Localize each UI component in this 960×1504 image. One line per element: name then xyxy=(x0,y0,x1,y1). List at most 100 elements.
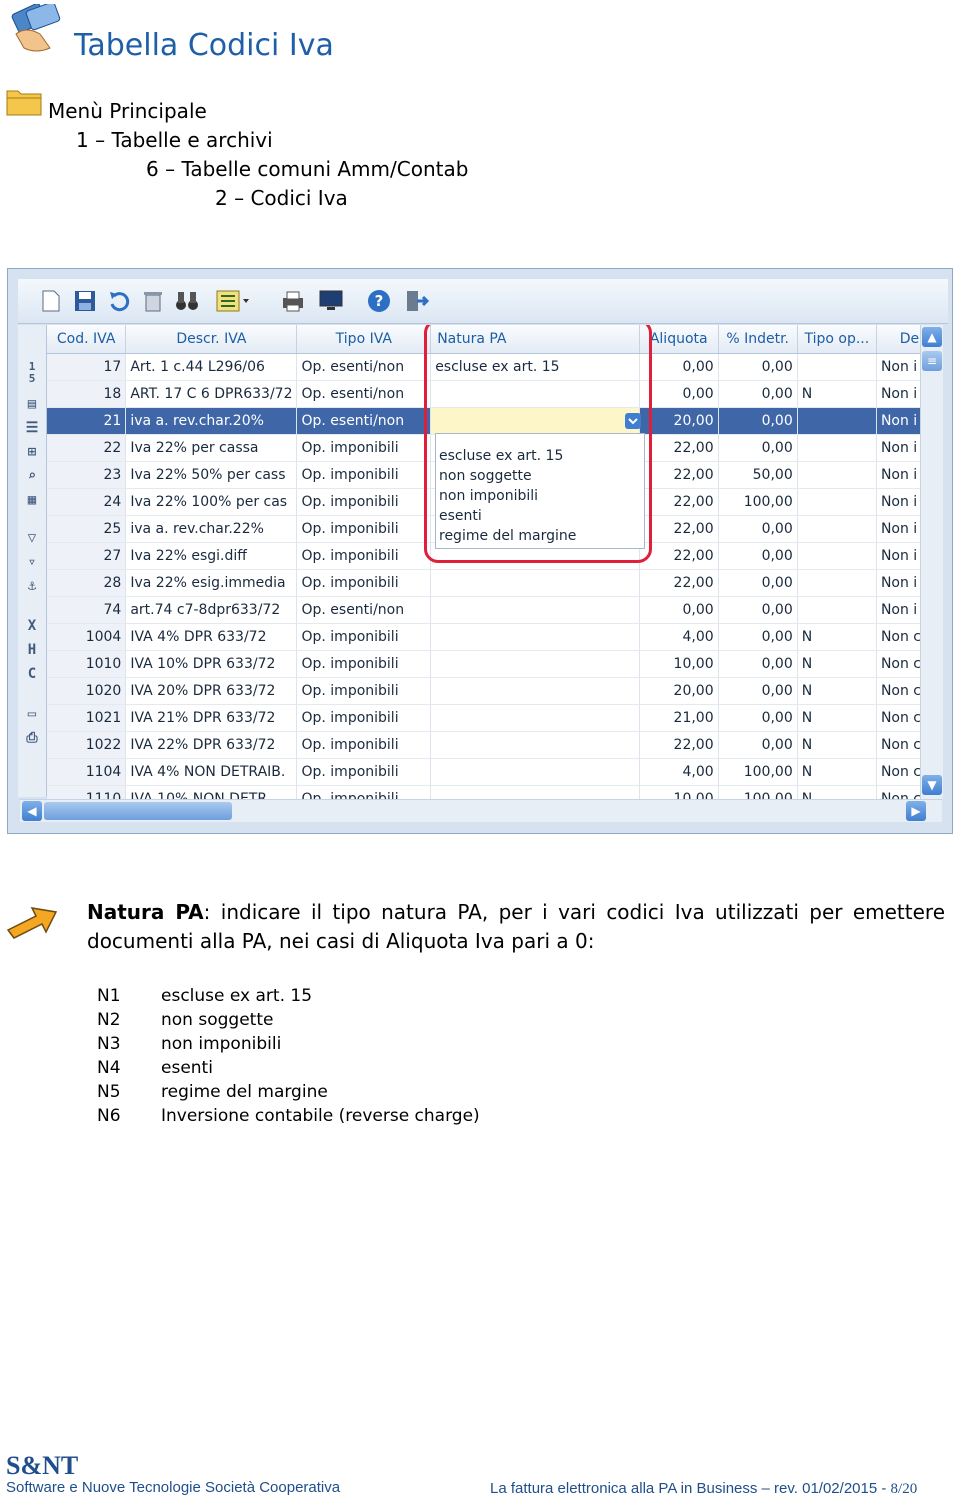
cell-descr[interactable]: art.74 c7-8dpr633/72 xyxy=(125,596,298,624)
table-row[interactable]: 74 art.74 c7-8dpr633/72 Op. esenti/non 0,00… xyxy=(47,596,943,624)
cell-cod[interactable]: 22 xyxy=(47,434,127,462)
cell-indetr[interactable]: 0,00 xyxy=(718,353,798,381)
cell-tipo-op[interactable]: N xyxy=(797,380,877,408)
chevron-down-icon[interactable] xyxy=(625,413,641,429)
scroll-up-icon[interactable]: ▲ xyxy=(922,327,942,347)
cell-aliquota[interactable]: 22,00 xyxy=(639,731,719,759)
cell-cod[interactable]: 1104 xyxy=(47,758,127,786)
cell-tipo-op[interactable] xyxy=(797,461,877,489)
copy-record-icon[interactable]: ▤ xyxy=(22,395,42,413)
cell-tipo-op[interactable]: N xyxy=(797,677,877,705)
cell-tipo[interactable]: Op. imponibili xyxy=(296,758,432,786)
export-h-icon[interactable]: H xyxy=(22,641,42,659)
cell-cod[interactable]: 1020 xyxy=(47,677,127,705)
cell-natura[interactable] xyxy=(430,758,640,786)
save-icon[interactable] xyxy=(72,288,98,314)
new-document-icon[interactable] xyxy=(38,288,64,314)
help-icon[interactable]: ? xyxy=(366,288,392,314)
cell-tipo[interactable]: Op. imponibili xyxy=(296,704,432,732)
cell-cod[interactable]: 1021 xyxy=(47,704,127,732)
cell-natura[interactable] xyxy=(430,650,640,678)
scroll-left-icon[interactable]: ◀ xyxy=(22,801,42,821)
table-row[interactable]: 1110 IVA 10% NON DETR Op. imponibili 10,00 1… xyxy=(47,785,943,799)
column-header-descr-iva[interactable]: Descr. IVA xyxy=(125,325,298,354)
cell-indetr[interactable]: 0,00 xyxy=(718,704,798,732)
table-row[interactable]: 28 Iva 22% esig.immedia Op. imponibili 22,0… xyxy=(47,569,943,597)
cell-natura[interactable] xyxy=(430,704,640,732)
vertical-scrollbar[interactable]: ▲ ≡ ▼ xyxy=(920,325,943,799)
cell-cod[interactable]: 23 xyxy=(47,461,127,489)
cell-indetr[interactable]: 0,00 xyxy=(718,542,798,570)
monitor-icon[interactable] xyxy=(318,288,344,314)
cell-aliquota[interactable]: 21,00 xyxy=(639,704,719,732)
table-row[interactable]: 1021 IVA 21% DPR 633/72 Op. imponibili 21,0… xyxy=(47,704,943,732)
cell-natura[interactable] xyxy=(430,785,640,799)
print-icon[interactable] xyxy=(280,288,306,314)
cell-tipo-op[interactable] xyxy=(797,515,877,543)
list-icon[interactable]: ☰ xyxy=(22,419,42,437)
cell-descr[interactable]: iva a. rev.char.20% xyxy=(125,407,298,435)
monitor-small-icon[interactable]: ▭ xyxy=(22,705,42,723)
cell-cod[interactable]: 25 xyxy=(47,515,127,543)
cell-tipo-op[interactable]: N xyxy=(797,758,877,786)
column-header-tipo-op[interactable]: Tipo op... xyxy=(797,325,877,354)
cell-aliquota[interactable]: 22,00 xyxy=(639,569,719,597)
cell-descr[interactable]: Iva 22% 100% per cas xyxy=(125,488,298,516)
table-row[interactable]: 1020 IVA 20% DPR 633/72 Op. imponibili 20,0… xyxy=(47,677,943,705)
cell-descr[interactable]: IVA 10% DPR 633/72 xyxy=(125,650,298,678)
cell-tipo-op[interactable] xyxy=(797,353,877,381)
scroll-right-icon[interactable]: ▶ xyxy=(906,801,926,821)
binoculars-icon[interactable] xyxy=(174,288,200,314)
cell-tipo[interactable]: Op. imponibili xyxy=(296,542,432,570)
cell-tipo[interactable]: Op. imponibili xyxy=(296,434,432,462)
cell-tipo-op[interactable]: N xyxy=(797,704,877,732)
cell-tipo-op[interactable] xyxy=(797,569,877,597)
cell-natura[interactable] xyxy=(430,677,640,705)
cell-cod[interactable]: 21 xyxy=(47,407,127,435)
cell-tipo-op[interactable] xyxy=(797,434,877,462)
cell-cod[interactable]: 17 xyxy=(47,353,127,381)
cell-cod[interactable]: 18 xyxy=(47,380,127,408)
cell-aliquota[interactable]: 4,00 xyxy=(639,623,719,651)
dropdown-option[interactable]: non imponibili xyxy=(436,486,644,506)
scroll-thumb[interactable]: ≡ xyxy=(922,351,942,371)
column-header-cod-iva[interactable]: Cod. IVA xyxy=(47,325,127,354)
cell-descr[interactable]: Iva 22% 50% per cass xyxy=(125,461,298,489)
cell-tipo-op[interactable] xyxy=(797,596,877,624)
cell-indetr[interactable]: 0,00 xyxy=(718,650,798,678)
cell-tipo[interactable]: Op. imponibili xyxy=(296,515,432,543)
list-view-icon[interactable] xyxy=(214,288,252,314)
cell-descr[interactable]: Iva 22% esig.immedia xyxy=(125,569,298,597)
cell-cod[interactable]: 1110 xyxy=(47,785,127,799)
cell-cod[interactable]: 24 xyxy=(47,488,127,516)
cell-tipo[interactable]: Op. imponibili xyxy=(296,785,432,799)
cell-cod[interactable]: 74 xyxy=(47,596,127,624)
cell-cod[interactable]: 1004 xyxy=(47,623,127,651)
cell-indetr[interactable]: 0,00 xyxy=(718,434,798,462)
dropdown-option[interactable]: esenti xyxy=(436,506,644,526)
print-small-icon[interactable]: ⎙ xyxy=(22,729,42,747)
cell-aliquota[interactable]: 0,00 xyxy=(639,596,719,624)
cell-cod[interactable]: 28 xyxy=(47,569,127,597)
cell-indetr[interactable]: 0,00 xyxy=(718,731,798,759)
cell-descr[interactable]: IVA 21% DPR 633/72 xyxy=(125,704,298,732)
cell-tipo[interactable]: Op. imponibili xyxy=(296,677,432,705)
cell-descr[interactable]: IVA 20% DPR 633/72 xyxy=(125,677,298,705)
exit-icon[interactable] xyxy=(404,288,430,314)
undo-icon[interactable] xyxy=(106,288,132,314)
dropdown-option[interactable]: regime del margine xyxy=(436,526,644,546)
cell-indetr[interactable]: 0,00 xyxy=(718,623,798,651)
cell-natura[interactable] xyxy=(430,731,640,759)
dropdown-option[interactable]: non soggette xyxy=(436,466,644,486)
table-row[interactable]: 1022 IVA 22% DPR 633/72 Op. imponibili 22,0… xyxy=(47,731,943,759)
cell-tipo-op[interactable]: N xyxy=(797,731,877,759)
cell-cod[interactable]: 1022 xyxy=(47,731,127,759)
cell-aliquota[interactable]: 20,00 xyxy=(639,677,719,705)
table-row[interactable]: 1004 IVA 4% DPR 633/72 Op. imponibili 4,00 0… xyxy=(47,623,943,651)
scroll-thumb-horizontal[interactable] xyxy=(44,802,232,820)
cell-indetr[interactable]: 0,00 xyxy=(718,515,798,543)
export-x-icon[interactable]: X xyxy=(22,617,42,635)
cell-descr[interactable]: IVA 4% DPR 633/72 xyxy=(125,623,298,651)
insert-record-icon[interactable]: ⊞ xyxy=(22,443,42,461)
cell-indetr[interactable]: 0,00 xyxy=(718,380,798,408)
